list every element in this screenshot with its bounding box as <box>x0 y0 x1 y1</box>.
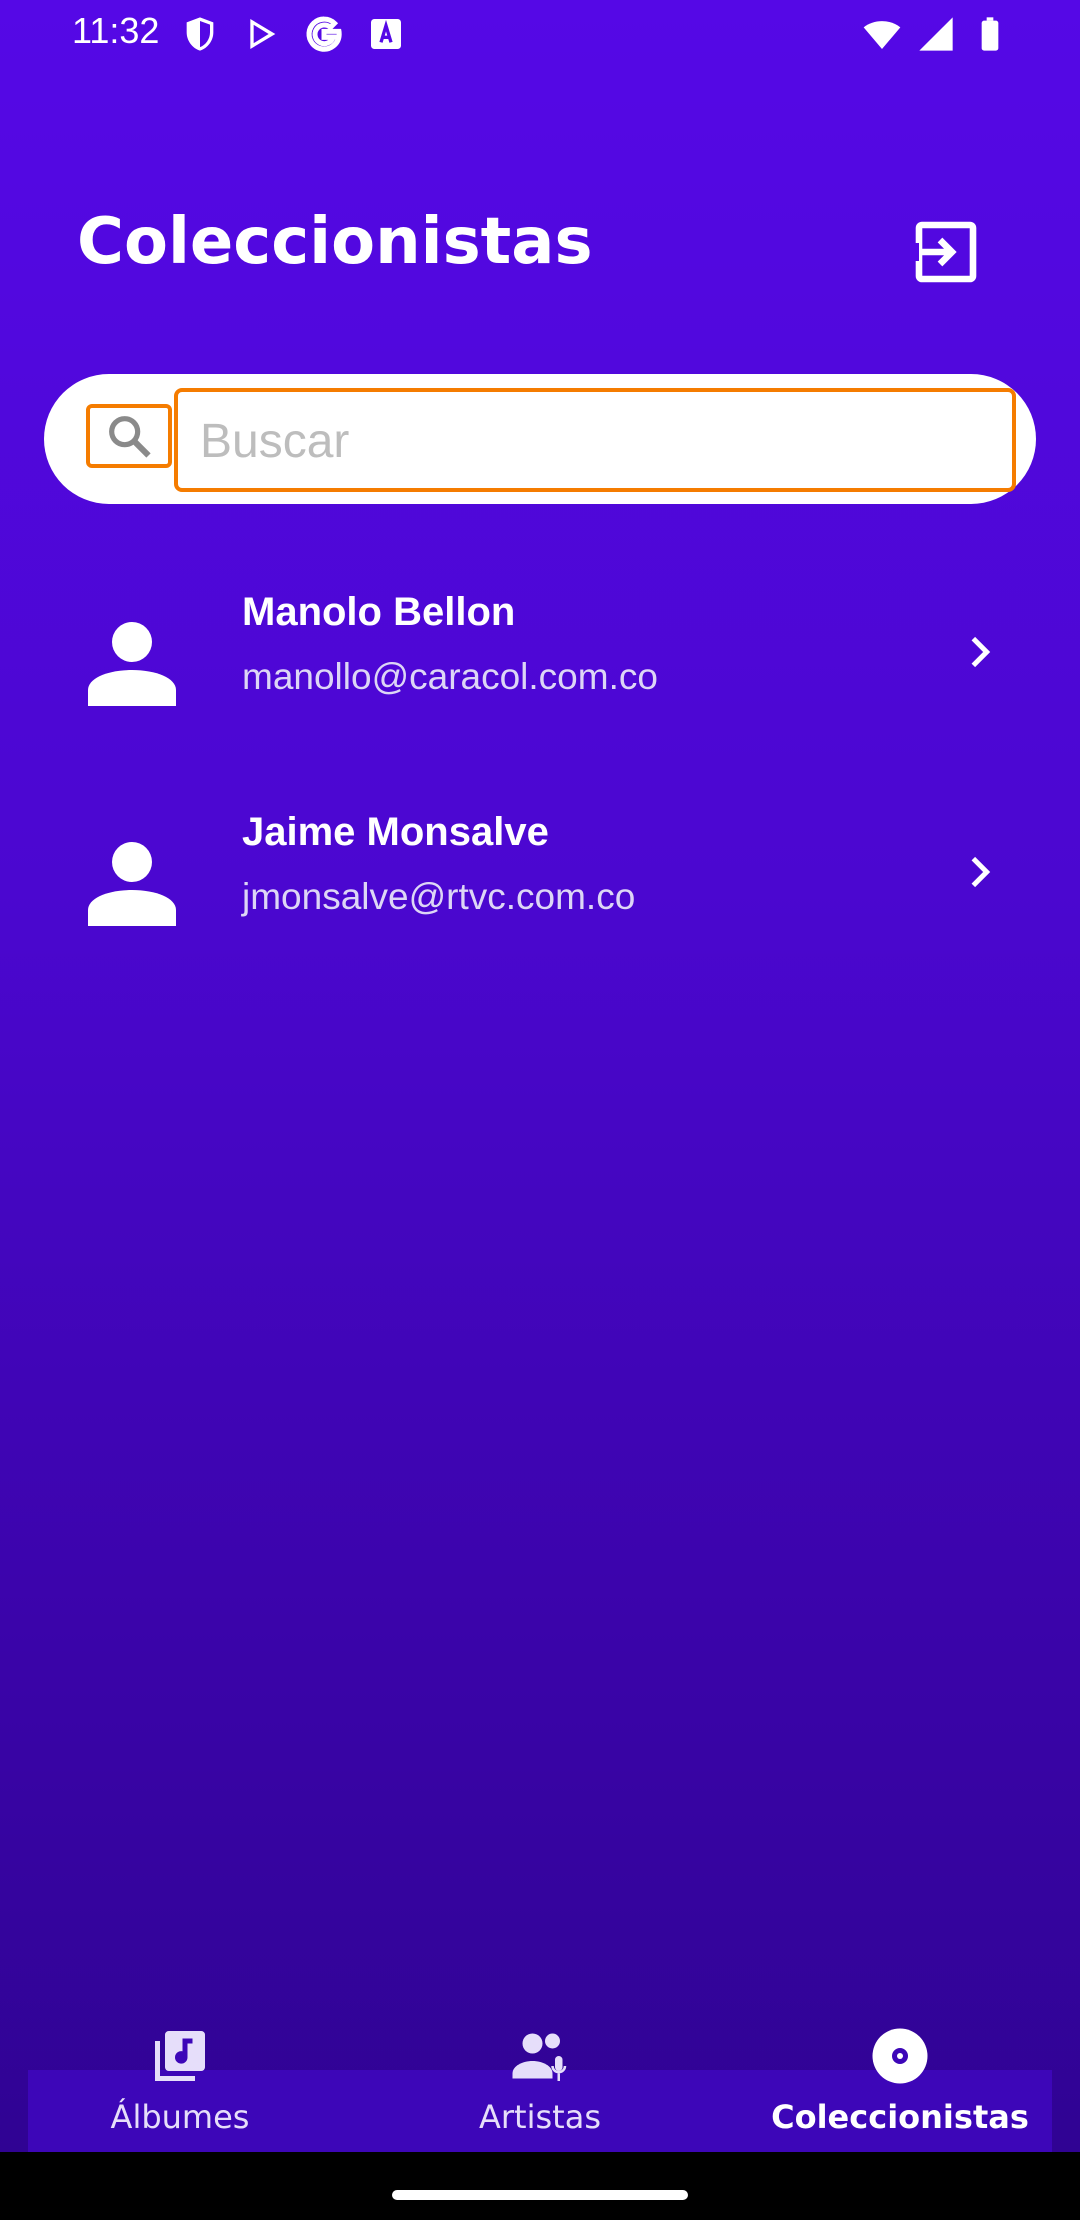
nav-label-coleccionistas: Coleccionistas <box>771 2098 1029 2136</box>
home-gesture-bar[interactable] <box>392 2190 688 2200</box>
album-library-icon <box>155 2031 205 2081</box>
search-input[interactable] <box>198 410 992 472</box>
collector-email: manollo@caracol.com.co <box>242 656 658 697</box>
chevron-right-icon[interactable] <box>960 852 1000 892</box>
person-icon <box>88 842 176 926</box>
list-item[interactable]: Manolo Bellon manollo@caracol.com.co <box>0 570 1080 730</box>
status-bar: 11:32 <box>0 0 1080 66</box>
search-icon-button[interactable] <box>86 404 172 468</box>
artists-icon <box>512 2033 567 2081</box>
nav-label-albumes: Álbumes <box>110 2098 250 2136</box>
shield-icon <box>186 17 214 51</box>
nav-item-artistas[interactable]: Artistas <box>390 2010 690 2152</box>
battery-icon <box>981 17 999 51</box>
vinyl-disc-icon <box>872 2028 928 2084</box>
nav-item-coleccionistas[interactable]: Coleccionistas <box>750 2010 1050 2152</box>
list-item[interactable]: Jaime Monsalve jmonsalve@rtvc.com.co <box>0 790 1080 950</box>
collector-name: Jaime Monsalve <box>242 810 549 854</box>
collector-name: Manolo Bellon <box>242 590 516 634</box>
person-icon <box>88 622 176 706</box>
nav-label-artistas: Artistas <box>479 2098 601 2136</box>
wifi-icon <box>863 21 901 49</box>
status-time: 11:32 <box>72 10 160 51</box>
chevron-right-icon[interactable] <box>960 632 1000 672</box>
play-store-icon <box>250 19 276 49</box>
bottom-navigation: Álbumes Artistas Coleccionistas <box>0 2010 1080 2152</box>
collector-email: jmonsalve@rtvc.com.co <box>242 876 636 917</box>
search-input-wrapper <box>174 388 1016 492</box>
google-icon <box>306 16 342 52</box>
search-icon <box>109 416 151 458</box>
nav-item-albumes[interactable]: Álbumes <box>30 2010 330 2152</box>
font-icon <box>371 19 401 49</box>
page-title: Coleccionistas <box>77 205 593 279</box>
system-navigation-area <box>0 2152 1080 2220</box>
cell-signal-icon <box>919 17 953 51</box>
search-bar <box>44 374 1036 504</box>
logout-icon[interactable] <box>910 216 982 288</box>
